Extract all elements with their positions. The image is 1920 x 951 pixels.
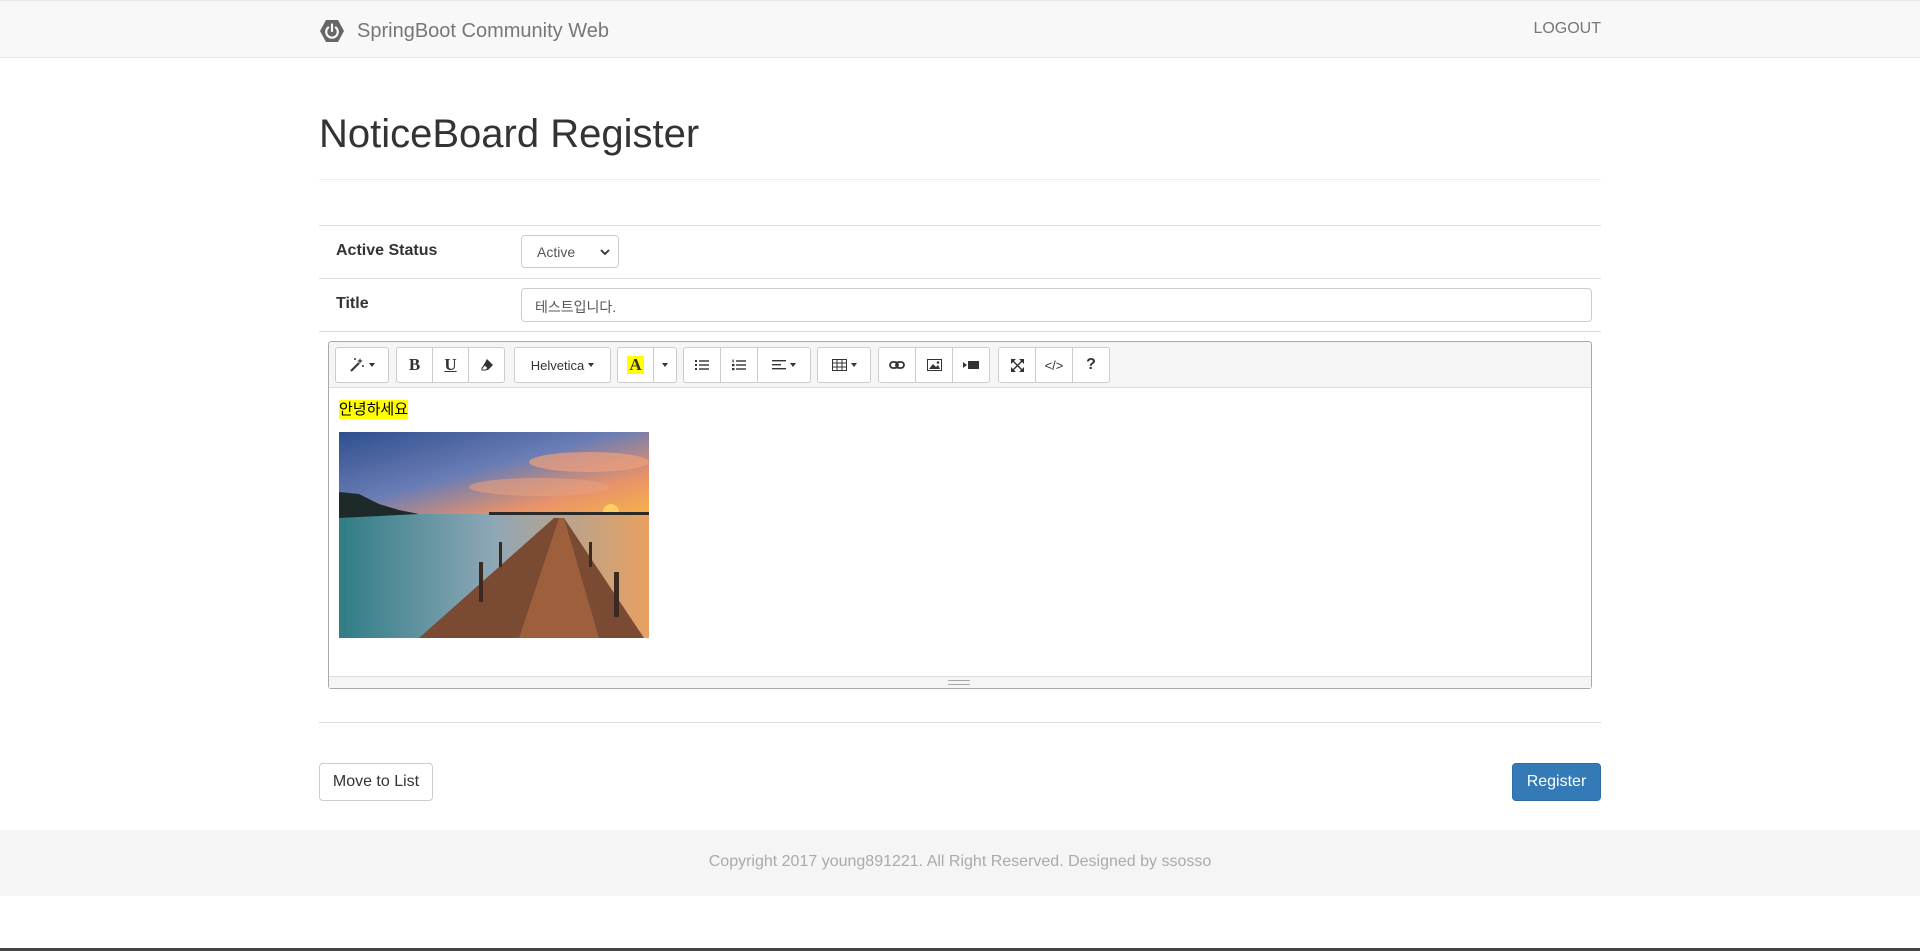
- ordered-list-icon: [732, 359, 746, 371]
- status-select-value: Active: [537, 244, 576, 260]
- footer: Copyright 2017 young891221. All Right Re…: [0, 830, 1920, 896]
- status-label: Active Status: [336, 242, 438, 259]
- table-button[interactable]: [817, 347, 871, 383]
- insert-group: [878, 347, 990, 383]
- editor-toolbar: B U Helvetica A </> ?: [329, 342, 1591, 388]
- sunset-pier-image[interactable]: [339, 432, 649, 638]
- title-label: Title: [336, 295, 369, 312]
- font-name-dropdown[interactable]: Helvetica: [514, 347, 611, 383]
- power-icon: [320, 20, 344, 42]
- ordered-list-button[interactable]: [720, 347, 758, 383]
- picture-icon: [926, 359, 942, 371]
- clear-format-button[interactable]: [468, 347, 505, 383]
- link-icon: [889, 361, 905, 369]
- editor-content[interactable]: 안녕하세요: [329, 388, 1591, 678]
- color-group: A: [617, 347, 677, 383]
- font-name-group: Helvetica: [514, 347, 611, 383]
- bold-button[interactable]: B: [396, 347, 433, 383]
- video-icon: [963, 361, 979, 369]
- font-style-group: B U: [396, 347, 505, 383]
- view-group: </> ?: [998, 347, 1110, 383]
- font-name-value: Helvetica: [530, 357, 585, 373]
- chevron-down-icon: [600, 249, 610, 256]
- register-form: Active Status Active Title 테스트입니다. B U H…: [319, 225, 1601, 689]
- highlighted-text: 안녕하세요: [339, 400, 409, 419]
- title-row: Title 테스트입니다.: [319, 278, 1601, 331]
- resize-grip-icon: [948, 680, 970, 685]
- video-button[interactable]: [952, 347, 990, 383]
- content-row: B U Helvetica A </> ? 안녕하세요: [319, 331, 1601, 689]
- title-input[interactable]: 테스트입니다.: [521, 288, 1592, 322]
- codeview-button[interactable]: </>: [1035, 347, 1073, 383]
- style-group: [335, 347, 389, 383]
- brand-text: SpringBoot Community Web: [357, 19, 609, 42]
- help-button[interactable]: ?: [1072, 347, 1110, 383]
- editor-resize-bar[interactable]: [329, 676, 1591, 688]
- paragraph-button[interactable]: [757, 347, 811, 383]
- link-button[interactable]: [878, 347, 916, 383]
- sunset-pier-image-svg: [339, 432, 649, 638]
- fullscreen-button[interactable]: [998, 347, 1036, 383]
- page-title: NoticeBoard Register: [319, 112, 700, 156]
- fore-color-button[interactable]: A: [617, 347, 654, 383]
- status-row: Active Status Active: [319, 225, 1601, 278]
- table-group: [817, 347, 871, 383]
- align-left-icon: [772, 360, 786, 370]
- unordered-list-icon: [695, 360, 709, 370]
- header-divider: [319, 179, 1601, 180]
- table-icon: [831, 359, 847, 371]
- brand-link[interactable]: SpringBoot Community Web: [319, 18, 609, 44]
- eraser-icon: [481, 359, 493, 371]
- magic-icon: [350, 358, 364, 372]
- unordered-list-button[interactable]: [683, 347, 721, 383]
- color-dropdown-button[interactable]: [653, 347, 677, 383]
- move-to-list-button[interactable]: Move to List: [319, 763, 433, 801]
- status-select[interactable]: Active: [521, 235, 619, 268]
- logout-link[interactable]: LOGOUT: [1533, 20, 1601, 38]
- underline-button[interactable]: U: [432, 347, 469, 383]
- navbar: SpringBoot Community Web LOGOUT: [0, 0, 1920, 58]
- style-button[interactable]: [335, 347, 389, 383]
- fullscreen-icon: [1010, 358, 1024, 372]
- register-button[interactable]: Register: [1512, 763, 1601, 801]
- paragraph-group: [683, 347, 811, 383]
- form-divider: [319, 722, 1601, 723]
- copyright-text: Copyright 2017 young891221. All Right Re…: [708, 853, 1212, 870]
- color-a-icon: A: [627, 355, 644, 374]
- rich-text-editor: B U Helvetica A </> ? 안녕하세요: [328, 341, 1592, 689]
- picture-button[interactable]: [915, 347, 953, 383]
